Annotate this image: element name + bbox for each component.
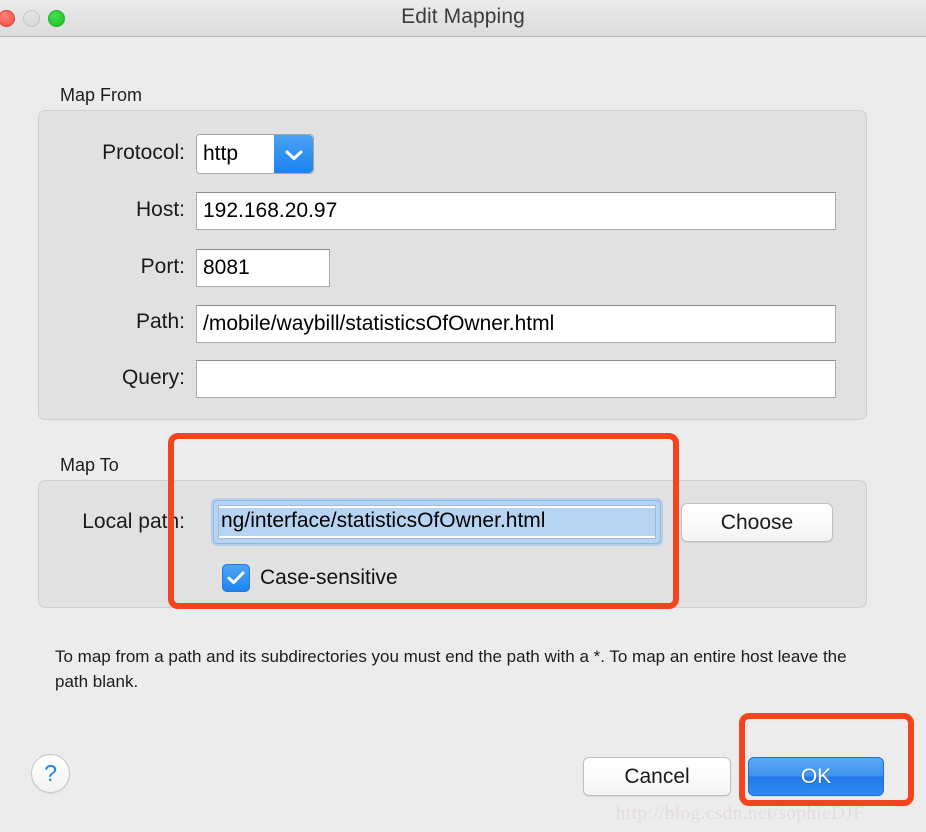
query-label: Query: [121,366,185,389]
chevron-down-icon[interactable] [274,135,313,173]
path-label: Path: [135,310,185,333]
local-path-label: Local path: [82,510,185,533]
query-input[interactable] [196,360,836,398]
protocol-label: Protocol: [102,141,185,164]
host-label: Host: [135,198,185,221]
ok-button[interactable]: OK [748,757,884,796]
watermark-text: http://blog.csdn.net/sophieDJF [616,803,865,824]
case-sensitive-checkbox[interactable]: Case-sensitive [222,564,398,592]
case-sensitive-label: Case-sensitive [260,566,398,589]
map-to-legend: Map To [60,455,119,475]
path-input[interactable]: /mobile/waybill/statisticsOfOwner.html [196,305,836,343]
port-input[interactable]: 8081 [196,249,330,287]
local-path-input-text: ng/interface/statisticsOfOwner.html [219,508,655,536]
cancel-button[interactable]: Cancel [583,757,731,796]
choose-button[interactable]: Choose [681,503,833,542]
local-path-input[interactable]: ng/interface/statisticsOfOwner.html [213,500,661,544]
port-label: Port: [140,255,185,278]
help-description: To map from a path and its subdirectorie… [55,647,847,691]
protocol-select-value: http [197,135,274,173]
window-titlebar: Edit Mapping [0,0,926,37]
protocol-select[interactable]: http [196,134,314,174]
map-from-legend: Map From [60,85,143,105]
window-title: Edit Mapping [401,5,525,28]
help-button[interactable]: ? [31,754,70,793]
checkmark-icon[interactable] [222,564,250,592]
host-input[interactable]: 192.168.20.97 [196,192,836,230]
